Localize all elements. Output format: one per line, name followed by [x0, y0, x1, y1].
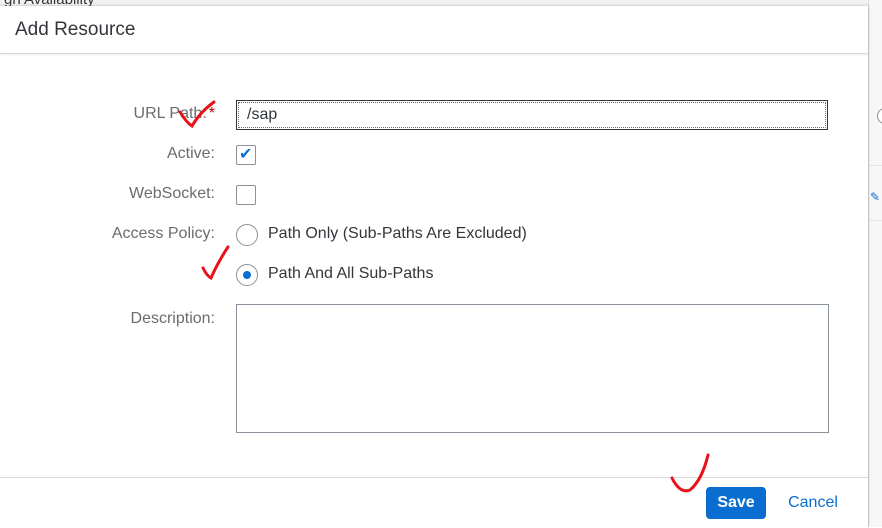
red-check-annotation: [178, 100, 216, 129]
red-check-annotation: [670, 453, 710, 493]
handwritten-annotations: [178, 100, 710, 493]
red-check-annotation: [201, 245, 230, 281]
